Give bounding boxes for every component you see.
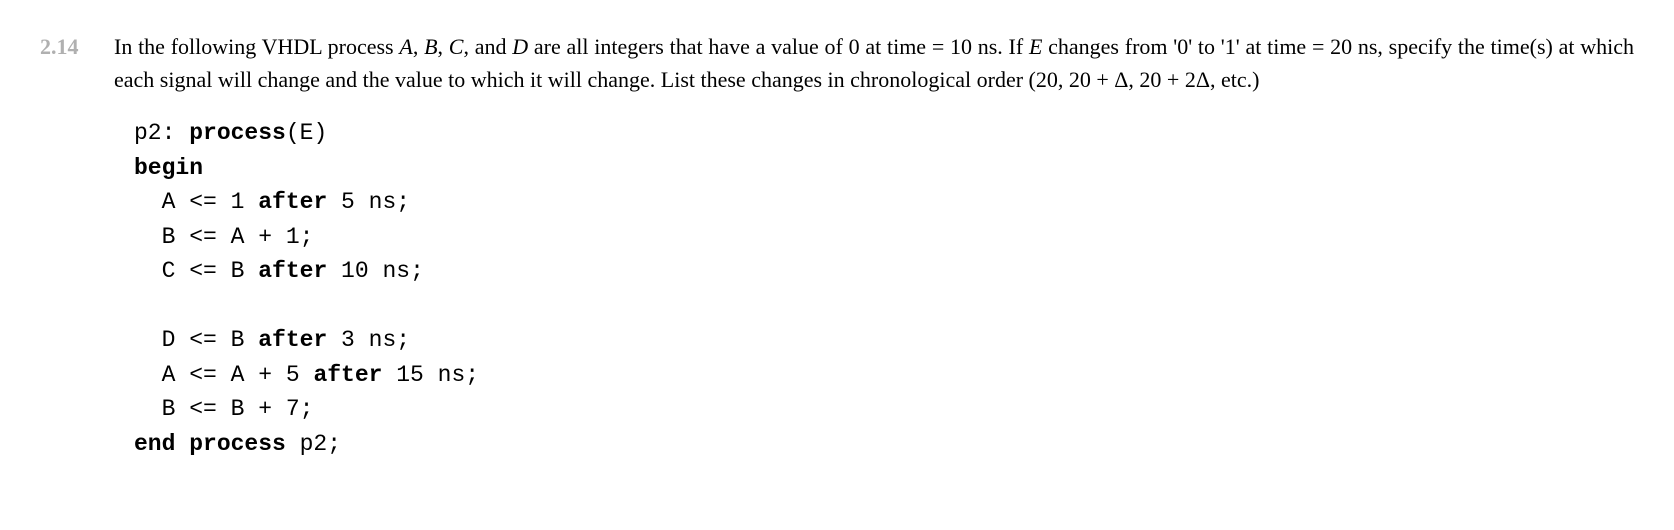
code-text: (E) bbox=[286, 120, 327, 146]
code-line-8: B <= B + 7; bbox=[134, 396, 313, 422]
code-text: p2: bbox=[134, 120, 189, 146]
variable-A: A bbox=[399, 34, 412, 59]
code-line-6: D <= B after 3 ns; bbox=[134, 327, 410, 353]
code-text: A <= 1 bbox=[134, 189, 258, 215]
variable-D: D bbox=[512, 34, 528, 59]
code-text: 10 ns; bbox=[327, 258, 424, 284]
keyword-process: process bbox=[189, 120, 286, 146]
code-text: 5 ns; bbox=[327, 189, 410, 215]
keyword-after: after bbox=[313, 362, 382, 388]
variable-C: C bbox=[449, 34, 464, 59]
code-text: D <= B bbox=[134, 327, 258, 353]
variable-E: E bbox=[1029, 34, 1042, 59]
text-fragment: , and bbox=[463, 34, 512, 59]
keyword-after: after bbox=[258, 258, 327, 284]
text-fragment: are all integers that have a value of 0 … bbox=[528, 34, 1029, 59]
code-text: p2; bbox=[286, 431, 341, 457]
keyword-begin: begin bbox=[134, 155, 203, 181]
keyword-after: after bbox=[258, 327, 327, 353]
code-line-1: p2: process(E) bbox=[134, 120, 327, 146]
code-text: C <= B bbox=[134, 258, 258, 284]
variable-B: B bbox=[424, 34, 437, 59]
text-fragment: , bbox=[438, 34, 449, 59]
problem-content: In the following VHDL process A, B, C, a… bbox=[114, 30, 1634, 461]
keyword-end-process: end process bbox=[134, 431, 286, 457]
code-line-5: C <= B after 10 ns; bbox=[134, 258, 424, 284]
code-line-7: A <= A + 5 after 15 ns; bbox=[134, 362, 479, 388]
problem-container: 2.14 In the following VHDL process A, B,… bbox=[40, 30, 1634, 461]
code-line-4: B <= A + 1; bbox=[134, 224, 313, 250]
text-fragment: In the following VHDL process bbox=[114, 34, 399, 59]
keyword-after: after bbox=[258, 189, 327, 215]
code-text: 15 ns; bbox=[382, 362, 479, 388]
vhdl-code-block: p2: process(E) begin A <= 1 after 5 ns; … bbox=[134, 116, 1634, 461]
problem-number: 2.14 bbox=[40, 30, 94, 63]
code-text: A <= A + 5 bbox=[134, 362, 313, 388]
code-text: 3 ns; bbox=[327, 327, 410, 353]
problem-statement: In the following VHDL process A, B, C, a… bbox=[114, 30, 1634, 96]
code-line-3: A <= 1 after 5 ns; bbox=[134, 189, 410, 215]
text-fragment: , bbox=[413, 34, 424, 59]
code-line-9: end process p2; bbox=[134, 431, 341, 457]
